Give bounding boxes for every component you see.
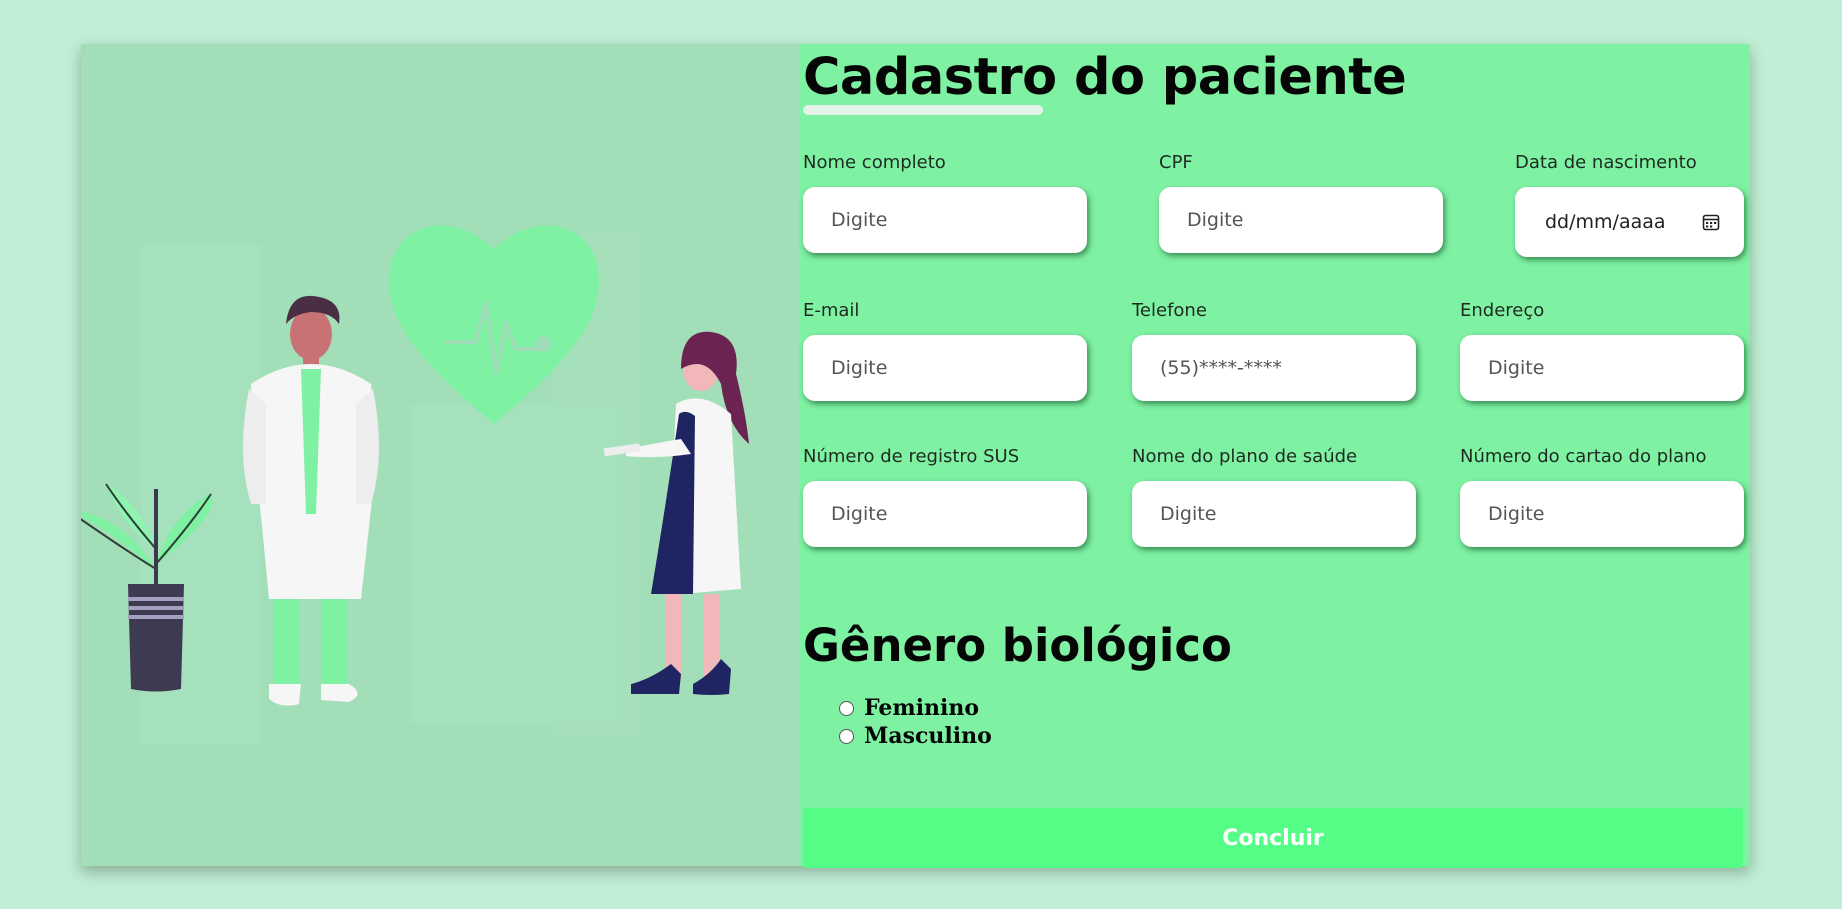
field-data-nascimento: Data de nascimento dd/mm/aaaa	[1515, 152, 1744, 257]
patient-form: Cadastro do paciente Nome completo Digit…	[799, 44, 1750, 868]
email-input[interactable]: Digite	[803, 335, 1087, 401]
form-title: Cadastro do paciente	[803, 48, 1407, 107]
registro-sus-input[interactable]: Digite	[803, 481, 1087, 547]
calendar-icon[interactable]	[1702, 213, 1720, 231]
doctors-illustration	[81, 44, 799, 866]
nome-completo-input[interactable]: Digite	[803, 187, 1087, 253]
radio-label: Masculino	[864, 723, 992, 749]
title-underline	[803, 105, 1043, 115]
field-endereco: Endereço Digite	[1460, 300, 1744, 401]
radio-button[interactable]	[839, 728, 854, 744]
field-label: Data de nascimento	[1515, 152, 1697, 173]
field-telefone: Telefone (55)****-****	[1132, 300, 1416, 401]
field-label: Endereço	[1460, 300, 1545, 321]
field-email: E-mail Digite	[803, 300, 1087, 401]
field-label: E-mail	[803, 300, 860, 321]
plano-saude-input[interactable]: Digite	[1132, 481, 1416, 547]
field-label: Número do cartao do plano	[1460, 446, 1707, 467]
endereco-input[interactable]: Digite	[1460, 335, 1744, 401]
radio-button[interactable]	[839, 700, 854, 716]
cpf-input[interactable]: Digite	[1159, 187, 1443, 253]
date-of-birth-input[interactable]: dd/mm/aaaa	[1515, 187, 1744, 257]
field-cartao-plano: Número do cartao do plano Digite	[1460, 446, 1744, 547]
male-doctor-illustration	[242, 295, 380, 706]
field-cpf: CPF Digite	[1159, 152, 1443, 253]
submit-button[interactable]: Concluir	[803, 808, 1743, 868]
field-nome-completo: Nome completo Digite	[803, 152, 1087, 253]
date-placeholder: dd/mm/aaaa	[1545, 211, 1666, 233]
field-label: CPF	[1159, 152, 1193, 173]
telefone-input[interactable]: (55)****-****	[1132, 335, 1416, 401]
gender-option-feminino[interactable]: Feminino	[839, 695, 979, 721]
cartao-plano-input[interactable]: Digite	[1460, 481, 1744, 547]
field-label: Número de registro SUS	[803, 446, 1020, 467]
field-plano-saude: Nome do plano de saúde Digite	[1132, 446, 1416, 547]
gender-option-masculino[interactable]: Masculino	[839, 723, 992, 749]
field-registro-sus: Número de registro SUS Digite	[803, 446, 1087, 547]
field-label: Telefone	[1132, 300, 1207, 321]
registration-card: Cadastro do paciente Nome completo Digit…	[81, 44, 1750, 868]
field-label: Nome do plano de saúde	[1132, 446, 1358, 467]
radio-label: Feminino	[864, 695, 980, 721]
gender-section-title: Gênero biológico	[803, 619, 1232, 672]
field-label: Nome completo	[803, 152, 946, 173]
